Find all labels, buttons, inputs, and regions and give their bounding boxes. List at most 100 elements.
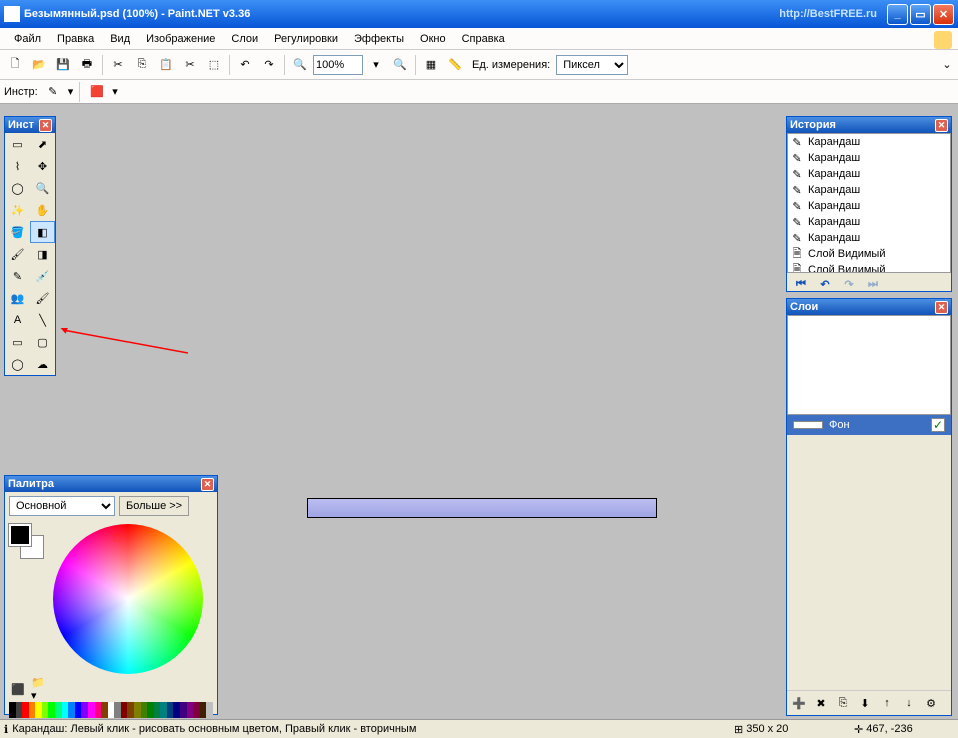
pan-tool[interactable]: ✋ (30, 199, 55, 221)
palette-color[interactable] (160, 702, 167, 718)
tool-dropdown[interactable]: ▾ (68, 85, 74, 98)
color-wheel[interactable] (53, 524, 203, 674)
text-tool[interactable]: A (5, 309, 30, 331)
toolbar-overflow[interactable]: ⌄ (940, 55, 954, 75)
history-item[interactable]: ✎Карандаш (788, 150, 950, 166)
history-item[interactable]: ✎Карандаш (788, 198, 950, 214)
history-item[interactable]: ✎Карандаш (788, 166, 950, 182)
palette-color[interactable] (134, 702, 141, 718)
palette-color[interactable] (141, 702, 148, 718)
zoom-input[interactable] (313, 55, 363, 75)
palette-color[interactable] (187, 702, 194, 718)
layer-props-button[interactable]: ⚙ (922, 694, 940, 712)
undo-button[interactable]: ↶ (234, 54, 256, 76)
layer-row[interactable]: Фон ✓ (787, 415, 951, 435)
palette-color[interactable] (62, 702, 69, 718)
palette-panel-title[interactable]: Палитра✕ (5, 476, 217, 492)
grid-button[interactable]: ▦ (420, 54, 442, 76)
color-wheel-cursor[interactable] (113, 534, 121, 542)
maximize-button[interactable]: ▭ (910, 4, 931, 25)
crop-button[interactable]: ✂ (179, 54, 201, 76)
palette-more-button[interactable]: Больше >> (119, 496, 189, 516)
history-redo-button[interactable]: ↷ (841, 276, 857, 292)
history-first-button[interactable]: ⏮ (793, 276, 809, 292)
close-button[interactable]: ✕ (933, 4, 954, 25)
new-button[interactable]: 🗋 (4, 54, 26, 76)
history-undo-button[interactable]: ↶ (817, 276, 833, 292)
history-item[interactable]: ✎Карандаш (788, 230, 950, 246)
palette-color[interactable] (42, 702, 49, 718)
notification-icon[interactable] (934, 31, 952, 49)
color-mode-select[interactable]: Основной (9, 496, 115, 516)
move-tool[interactable]: ✥ (30, 155, 55, 177)
menu-edit[interactable]: Правка (49, 31, 102, 47)
history-item[interactable]: ✎Карандаш (788, 214, 950, 230)
move-up-button[interactable]: ↑ (878, 694, 896, 712)
line-tool[interactable]: ╲ (30, 309, 55, 331)
palette-color[interactable] (147, 702, 154, 718)
palette-color[interactable] (193, 702, 200, 718)
tools-panel-title[interactable]: Инст✕ (5, 117, 55, 133)
deselect-button[interactable]: ⬚ (203, 54, 225, 76)
palette-color[interactable] (16, 702, 23, 718)
merge-layer-button[interactable]: ⬇ (856, 694, 874, 712)
palette-color[interactable] (200, 702, 207, 718)
gradient-tool[interactable]: ◧ (30, 221, 55, 243)
menu-file[interactable]: Файл (6, 31, 49, 47)
zoom-in-button[interactable]: 🔍 (389, 54, 411, 76)
freeform-tool[interactable]: ☁ (30, 353, 55, 375)
palette-color[interactable] (29, 702, 36, 718)
menu-window[interactable]: Окно (412, 31, 454, 47)
ellipse-tool[interactable]: ◯ (5, 353, 30, 375)
palette-color[interactable] (114, 702, 121, 718)
redo-button[interactable]: ↷ (258, 54, 280, 76)
history-item[interactable]: 🗎Слой Видимый (788, 262, 950, 273)
palette-menu-button[interactable]: 📁▾ (31, 680, 49, 698)
palette-color[interactable] (35, 702, 42, 718)
color-dropdown[interactable]: ▾ (112, 85, 118, 98)
canvas-gradient-rect[interactable] (307, 498, 657, 518)
palette-color[interactable] (22, 702, 29, 718)
magic-wand-tool[interactable]: ✨ (5, 199, 30, 221)
clone-tool[interactable]: 👥 (5, 287, 30, 309)
palette-color[interactable] (154, 702, 161, 718)
history-panel-title[interactable]: История✕ (787, 117, 951, 133)
palette-color[interactable] (48, 702, 55, 718)
bucket-tool[interactable]: 🪣 (5, 221, 30, 243)
palette-color[interactable] (121, 702, 128, 718)
palette-color[interactable] (127, 702, 134, 718)
color-scheme-button[interactable]: 🟥 (86, 81, 108, 103)
menu-view[interactable]: Вид (102, 31, 138, 47)
history-last-button[interactable]: ⏭ (865, 276, 881, 292)
minimize-button[interactable]: _ (887, 4, 908, 25)
menu-help[interactable]: Справка (454, 31, 513, 47)
rounded-rect-tool[interactable]: ▢ (30, 331, 55, 353)
cut-button[interactable]: ✂ (107, 54, 129, 76)
duplicate-layer-button[interactable]: ⎘ (834, 694, 852, 712)
palette-color[interactable] (167, 702, 174, 718)
unit-select[interactable]: Пиксел (556, 55, 628, 75)
rect-select-tool[interactable]: ▭ (5, 133, 30, 155)
palette-swap-icon[interactable]: ⬛ (9, 680, 27, 698)
close-icon[interactable]: ✕ (935, 301, 948, 314)
palette-color[interactable] (95, 702, 102, 718)
copy-button[interactable]: ⎘ (131, 54, 153, 76)
brush-tool[interactable]: 🖌 (5, 243, 30, 265)
move-down-button[interactable]: ↓ (900, 694, 918, 712)
palette-color[interactable] (55, 702, 62, 718)
palette-color[interactable] (9, 702, 16, 718)
palette-strip[interactable] (9, 702, 213, 718)
palette-color[interactable] (75, 702, 82, 718)
menu-image[interactable]: Изображение (138, 31, 223, 47)
palette-color[interactable] (180, 702, 187, 718)
move-select-tool[interactable]: ⬈ (30, 133, 55, 155)
ruler-button[interactable]: 📏 (444, 54, 466, 76)
eraser-tool[interactable]: ◨ (30, 243, 55, 265)
eyedropper-tool[interactable]: 💉 (30, 265, 55, 287)
palette-color[interactable] (108, 702, 115, 718)
primary-color-swatch[interactable] (9, 524, 31, 546)
palette-color[interactable] (101, 702, 108, 718)
layer-visibility-checkbox[interactable]: ✓ (931, 418, 945, 432)
menu-adjustments[interactable]: Регулировки (266, 31, 346, 47)
print-button[interactable]: 🖶 (76, 54, 98, 76)
